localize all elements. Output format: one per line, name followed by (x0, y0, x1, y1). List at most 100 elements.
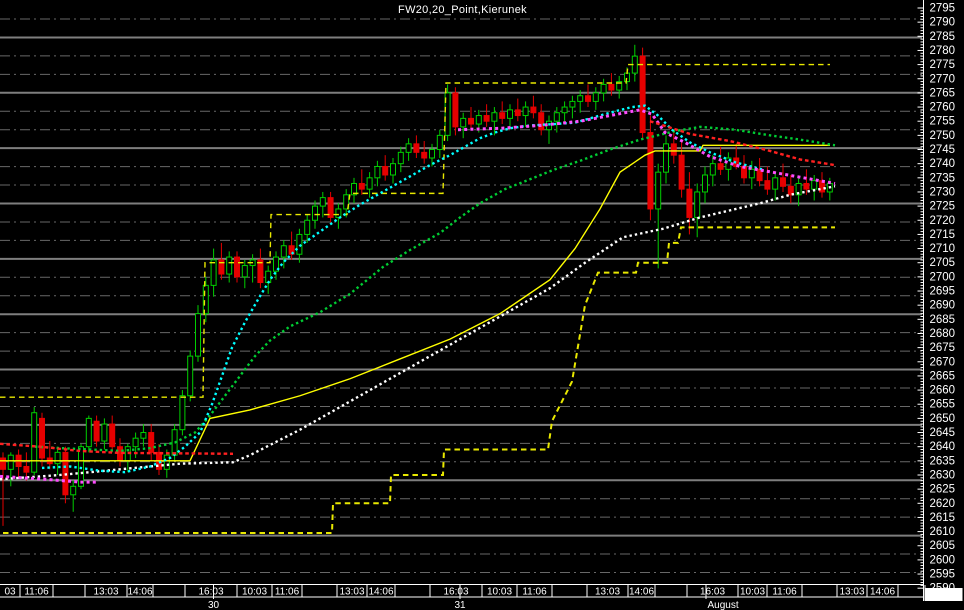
date-label: August (708, 600, 739, 610)
candle-up (460, 117, 467, 128)
candle-up (374, 165, 381, 179)
candle-down (483, 115, 490, 122)
candle-up (195, 313, 201, 357)
y-axis-label: 2715 (930, 229, 956, 241)
candle-down (530, 106, 537, 114)
y-axis-label: 2640 (930, 441, 956, 453)
candle-up (655, 171, 662, 210)
y-axis-label: 2785 (930, 31, 956, 43)
y-axis-label: 2705 (930, 257, 956, 269)
time-label: 14:06 (127, 587, 152, 598)
candle-up (397, 151, 404, 165)
y-axis-label: 2600 (930, 554, 956, 566)
candle-down (93, 420, 100, 442)
candle-down (678, 154, 685, 190)
date-label: 31 (454, 600, 466, 610)
candle-down (218, 259, 225, 275)
price-chart[interactable]: 2590259526002605261026152620262526302635… (0, 0, 964, 610)
candle-down (538, 112, 545, 131)
y-axis-label: 2610 (930, 526, 956, 538)
candle-down (0, 457, 6, 470)
time-label: 13:03 (839, 587, 864, 598)
y-axis-label: 2675 (930, 342, 956, 354)
y-axis-label: 2620 (930, 498, 956, 510)
candle-down (780, 177, 786, 187)
chart-title-text: FW20,20_Point,Kierunek (393, 3, 532, 17)
y-axis-label: 2645 (930, 427, 956, 439)
candle-up (132, 437, 139, 448)
y-axis-label: 2635 (930, 455, 956, 467)
candle-down (23, 465, 30, 473)
candle-down (585, 95, 591, 102)
chart-background (0, 0, 964, 610)
candle-up (436, 134, 443, 151)
candle-down (234, 256, 240, 278)
candle-up (772, 177, 779, 190)
candle-up (748, 168, 755, 179)
y-axis-label: 2655 (930, 399, 956, 411)
chart-window: 2590259526002605261026152620262526302635… (0, 0, 964, 610)
candle-up (85, 417, 92, 448)
y-axis-label: 2795 (930, 3, 956, 15)
time-label: 13:03 (595, 587, 620, 598)
candle-up (553, 112, 560, 122)
y-axis-label: 2695 (930, 286, 956, 298)
candle-up (577, 95, 584, 102)
y-axis-label: 2710 (930, 243, 956, 255)
y-axis-label: 2730 (930, 186, 956, 198)
candle-up (280, 245, 287, 258)
time-label: 11:06 (24, 587, 49, 598)
candle-up (600, 83, 607, 94)
candle-down (608, 83, 615, 91)
candle-down (639, 55, 646, 134)
candle-up (296, 233, 303, 255)
candle-up (561, 106, 568, 114)
time-label: 11:06 (522, 587, 547, 598)
candle-up (140, 432, 147, 439)
candle-up (54, 451, 61, 465)
candle-down (499, 112, 506, 119)
y-axis-label: 2740 (930, 158, 956, 170)
candle-up (694, 191, 701, 218)
y-axis-label: 2605 (930, 540, 956, 552)
time-label: 16:03 (198, 587, 223, 598)
candle-up (475, 115, 482, 125)
time-label: 13:03 (93, 587, 118, 598)
y-axis-label: 2615 (930, 512, 956, 524)
candle-up (312, 205, 318, 221)
candle-down (514, 109, 521, 117)
candle-down (452, 92, 459, 128)
y-axis-label: 2625 (930, 484, 956, 496)
y-axis-label: 2700 (930, 271, 956, 283)
candle-up (592, 92, 599, 102)
candle-down (413, 143, 420, 153)
time-label: 14:06 (870, 587, 895, 598)
candle-down (670, 143, 677, 156)
candle-up (31, 412, 38, 473)
y-axis-label: 2680 (930, 328, 956, 340)
candle-up (70, 485, 77, 496)
candle-up (202, 284, 209, 315)
time-label: 13:03 (339, 587, 364, 598)
candle-up (507, 109, 513, 119)
time-label: 11:06 (275, 587, 300, 598)
candle-up (226, 256, 233, 275)
candle-down (358, 182, 365, 190)
time-label: 03 (4, 587, 16, 598)
candle-down (647, 132, 654, 210)
candle-up (319, 197, 326, 207)
y-axis-label: 2780 (930, 45, 956, 57)
time-label: 10:03 (242, 587, 267, 598)
candle-up (522, 106, 529, 117)
time-label: 14:06 (368, 587, 393, 598)
y-axis-label: 2775 (930, 59, 956, 71)
candle-up (624, 72, 630, 83)
candle-up (210, 259, 217, 286)
candle-down (803, 182, 810, 190)
y-axis-label: 2765 (930, 87, 956, 99)
candle-down (686, 188, 693, 218)
candle-up (101, 423, 108, 442)
candle-up (390, 163, 396, 176)
time-label: 16:03 (700, 587, 725, 598)
y-axis-label: 2745 (930, 144, 956, 156)
